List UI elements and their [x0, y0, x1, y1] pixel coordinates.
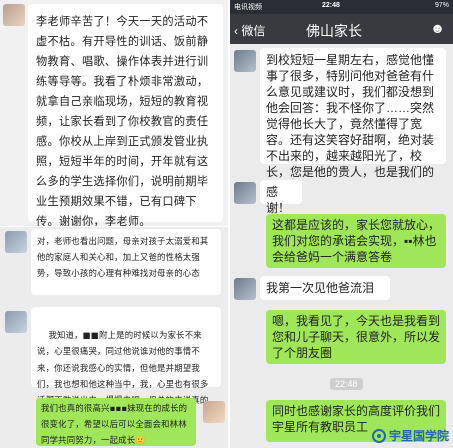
logo-icon: [371, 428, 386, 443]
user-avatar: [203, 401, 225, 423]
carrier-label: 电讯视频: [234, 4, 262, 11]
wechat-screenshot: 电讯视频 22:48 97% ‹ 微信 佛山家长 ☻ 到校短短一星期左右，感觉他…: [230, 0, 453, 448]
chat-title: 佛山家长: [306, 23, 362, 39]
parent-avatar: [234, 278, 256, 300]
reply-bubble: 我们也真的很高兴▪▪▪妹现在的成长的很变化了，希望以后可以全面会和林林同学共同努…: [36, 398, 196, 446]
note-bubble-1: 对，老师也看出问题，母亲对孩子太溺爱和其他的家庭人和关心和，加上又爸的性格太强势…: [31, 229, 221, 295]
parent-avatar: [234, 50, 256, 72]
handwritten-note: 李老师辛苦了！今天一天的活动不虚不枯。有开导性的训话、饭前静物教育、唱歌、操作体…: [28, 4, 223, 226]
chevron-left-icon: ‹: [234, 24, 238, 38]
teacher-avatar: [5, 311, 27, 333]
back-button[interactable]: ‹ 微信: [234, 22, 265, 39]
status-bar: 电讯视频 22:48 97%: [230, 0, 453, 14]
message-bubble-3: 这都是应该的，家长您就放心，我们对您的承诺会实现，▪▪林也会给爸妈一个满意答卷: [266, 214, 446, 268]
message-bubble-4: 我第一次见他爸流泪: [260, 276, 390, 300]
watermark-text: 宇星国学院: [388, 429, 449, 443]
message-bubble-5: 嗯，我看见了，今天也是我看到您和儿子聊天，很意外，所以发了个朋友圈: [266, 310, 446, 364]
watermark-logo: 宇星国学院: [371, 427, 449, 444]
battery-label: 97%: [434, 2, 449, 9]
chat-header: ‹ 微信 佛山家长 ☻: [230, 14, 453, 44]
message-bubble-2: 感谢！: [260, 180, 302, 215]
parent-avatar: [234, 182, 256, 204]
message-bubble-1: 到校短短一星期左右，感觉他懂事了很多，特别问他对爸爸有什么意见或建议时，我们都没…: [260, 48, 446, 195]
profile-icon[interactable]: ☻: [430, 20, 445, 36]
sender-avatar: [3, 4, 25, 26]
note-bubble-2: 我知道，■■附上是的时候以为家长不来说，心里很痛哭，同过他说谁对他的事情不来，你…: [31, 307, 221, 421]
status-time: 22:48: [322, 2, 340, 9]
message-timestamp: 22:48: [330, 378, 363, 390]
handwritten-chat-panel: 对，老师也看出问题，母亲对孩子太溺爱和其他的家庭人和关心和，加上又爸的性格太强势…: [0, 227, 228, 448]
back-label: 微信: [241, 24, 266, 38]
handwritten-note-panel: 李老师辛苦了！今天一天的活动不虚不枯。有开导性的训话、饭前静物教育、唱歌、操作体…: [0, 0, 228, 226]
teacher-avatar: [5, 231, 27, 253]
